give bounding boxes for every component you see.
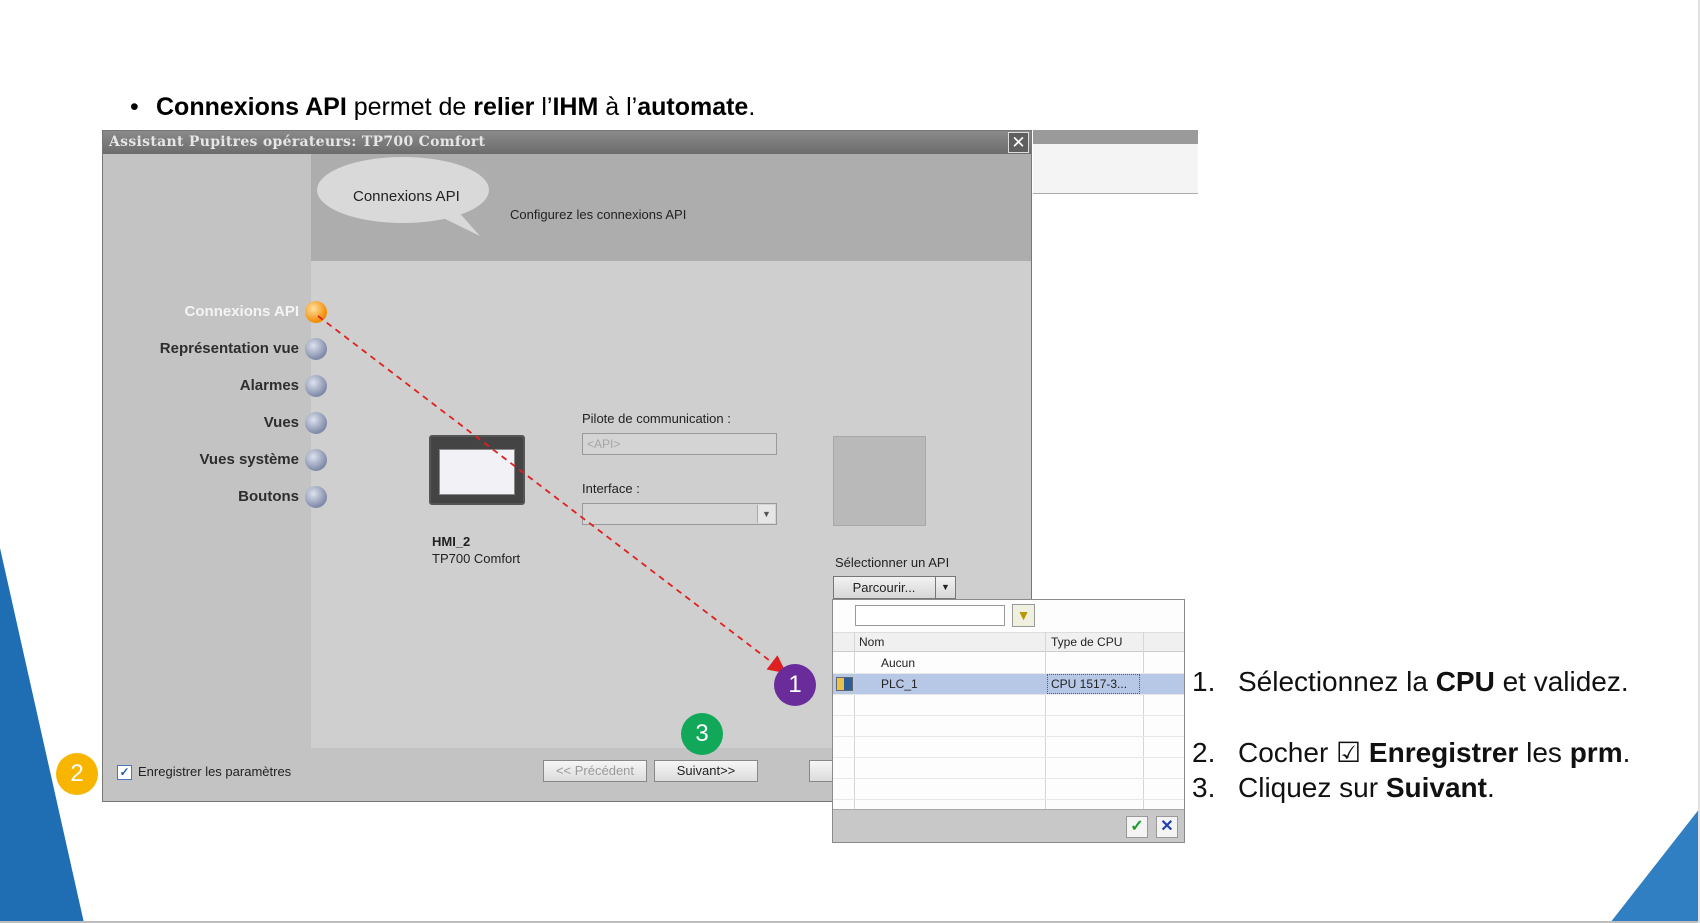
- list-item-empty: [833, 779, 1184, 800]
- close-icon[interactable]: ✕: [1008, 132, 1029, 153]
- bullet-dot: •: [130, 93, 139, 121]
- step-label: Alarmes: [239, 377, 299, 394]
- select-api-label: Sélectionner un API: [835, 555, 950, 570]
- step-dot-icon: [305, 412, 327, 434]
- instruction-text: .: [1622, 737, 1631, 768]
- interface-select[interactable]: ▼: [582, 503, 777, 525]
- step-label: Vues système: [199, 451, 299, 468]
- pilote-label: Pilote de communication :: [582, 411, 731, 426]
- browse-button[interactable]: Parcourir... ▼: [833, 576, 956, 599]
- step-vues-systeme[interactable]: Vues système: [103, 449, 327, 471]
- instruction-2: 2. Cocher ☑ Enregistrer les prm.: [1192, 736, 1630, 769]
- list-item[interactable]: Aucun: [833, 653, 1184, 674]
- step-dot-icon: [305, 486, 327, 508]
- instruction-bold: Suivant: [1385, 772, 1487, 803]
- bullet-text: .: [748, 93, 756, 121]
- list-item-empty: [833, 737, 1184, 758]
- instruction-text: et validez.: [1494, 666, 1629, 697]
- save-settings-checkbox[interactable]: ✓: [117, 765, 132, 780]
- step-connexions-api[interactable]: Connexions API: [103, 301, 327, 323]
- step-label: Vues: [263, 414, 299, 431]
- step-label: Représentation vue: [159, 340, 299, 357]
- instruction-bold: Enregistrer: [1368, 737, 1519, 768]
- step-representation-vue[interactable]: Représentation vue: [103, 338, 327, 360]
- row-cpu: CPU 1517-3...: [1051, 677, 1128, 691]
- api-device-placeholder: [833, 436, 926, 526]
- check-icon[interactable]: ✓: [1126, 816, 1148, 838]
- step-active-dot-icon: [305, 301, 327, 323]
- filter-icon[interactable]: ▼: [1012, 604, 1035, 627]
- header-title: Connexions API: [353, 188, 460, 205]
- bullet-text: permet de: [346, 93, 474, 121]
- decorative-corner-right: [1610, 808, 1700, 923]
- header-subtitle: Configurez les connexions API: [510, 207, 687, 222]
- previous-button[interactable]: << Précédent: [543, 760, 647, 782]
- step-dot-icon: [305, 449, 327, 471]
- cancel-icon[interactable]: ✕: [1156, 816, 1178, 838]
- column-header-nom[interactable]: Nom: [859, 635, 884, 649]
- list-item-empty: [833, 716, 1184, 737]
- wizard-titlebar[interactable]: Assistant Pupitres opérateurs: TP700 Com…: [103, 131, 1031, 154]
- hmi-screen: [439, 449, 515, 495]
- step-label: Connexions API: [184, 303, 299, 320]
- instruction-bold: CPU: [1435, 666, 1495, 697]
- background-window-panel: [1033, 144, 1198, 194]
- instruction-number: 1.: [1192, 666, 1216, 697]
- api-select-dropdown: ▼ Nom Type de CPU Aucun PLC_1 CPU 1517-3…: [832, 599, 1185, 843]
- instruction-3: 3. Cliquez sur Suivant.: [1192, 772, 1495, 804]
- step-badge-2: 2: [56, 753, 98, 795]
- step-dot-icon: [305, 375, 327, 397]
- dropdown-search-input[interactable]: [855, 605, 1005, 626]
- step-label: Boutons: [238, 488, 299, 505]
- wizard-steps: Connexions API Représentation vue Alarme…: [103, 301, 327, 531]
- interface-label: Interface :: [582, 481, 640, 496]
- hmi-name: HMI_2: [432, 534, 471, 549]
- hmi-model: TP700 Comfort: [432, 551, 521, 566]
- background-window-titlebar: [1033, 130, 1198, 144]
- save-settings-label[interactable]: Enregistrer les paramètres: [138, 764, 291, 779]
- dropdown-footer: ✓ ✕: [833, 809, 1184, 842]
- instruction-bold: prm: [1569, 737, 1623, 768]
- wizard-title: Assistant Pupitres opérateurs: TP700 Com…: [109, 134, 486, 150]
- instruction-number: 2.: [1192, 737, 1216, 768]
- column-header-type-cpu[interactable]: Type de CPU: [1051, 635, 1122, 649]
- step-badge-3: 3: [681, 713, 723, 755]
- instruction-text: .: [1486, 772, 1495, 803]
- bullet-text: l’: [534, 93, 553, 121]
- instruction-number: 3.: [1192, 772, 1216, 803]
- instruction-1: 1. Sélectionnez la CPU et validez.: [1192, 666, 1629, 698]
- instruction-text: Sélectionnez la: [1238, 666, 1436, 697]
- bullet-term-relier: relier: [473, 93, 535, 121]
- slide-bullet: • Connexions API permet de relier l’IHM à…: [130, 92, 755, 122]
- step-dot-icon: [305, 338, 327, 360]
- step-badge-1: 1: [774, 664, 816, 706]
- decorative-corner-left: [0, 548, 84, 923]
- hmi-device-icon: [429, 435, 525, 505]
- plc-icon: [836, 677, 853, 691]
- bullet-term-connexions: Connexions API: [156, 93, 347, 121]
- pilote-field[interactable]: <API>: [582, 433, 777, 455]
- bullet-text: à l’: [598, 93, 638, 121]
- instruction-text: les: [1518, 737, 1570, 768]
- step-alarmes[interactable]: Alarmes: [103, 375, 327, 397]
- browse-label: Parcourir...: [852, 580, 916, 595]
- step-boutons[interactable]: Boutons: [103, 486, 327, 508]
- instruction-text: Cocher ☑: [1238, 737, 1369, 768]
- chevron-down-icon[interactable]: ▼: [935, 577, 955, 598]
- dropdown-header: Nom Type de CPU: [833, 632, 1184, 652]
- step-vues[interactable]: Vues: [103, 412, 327, 434]
- chevron-down-icon[interactable]: ▼: [757, 505, 775, 523]
- row-name: Aucun: [881, 656, 916, 670]
- next-button[interactable]: Suivant>>: [654, 760, 758, 782]
- list-item-empty: [833, 695, 1184, 716]
- bullet-term-ihm: IHM: [552, 93, 599, 121]
- list-item-empty: [833, 758, 1184, 779]
- list-item-selected[interactable]: PLC_1 CPU 1517-3...: [833, 674, 1184, 695]
- row-name: PLC_1: [881, 677, 918, 691]
- instruction-text: Cliquez sur: [1238, 772, 1386, 803]
- bullet-term-automate: automate: [637, 93, 749, 121]
